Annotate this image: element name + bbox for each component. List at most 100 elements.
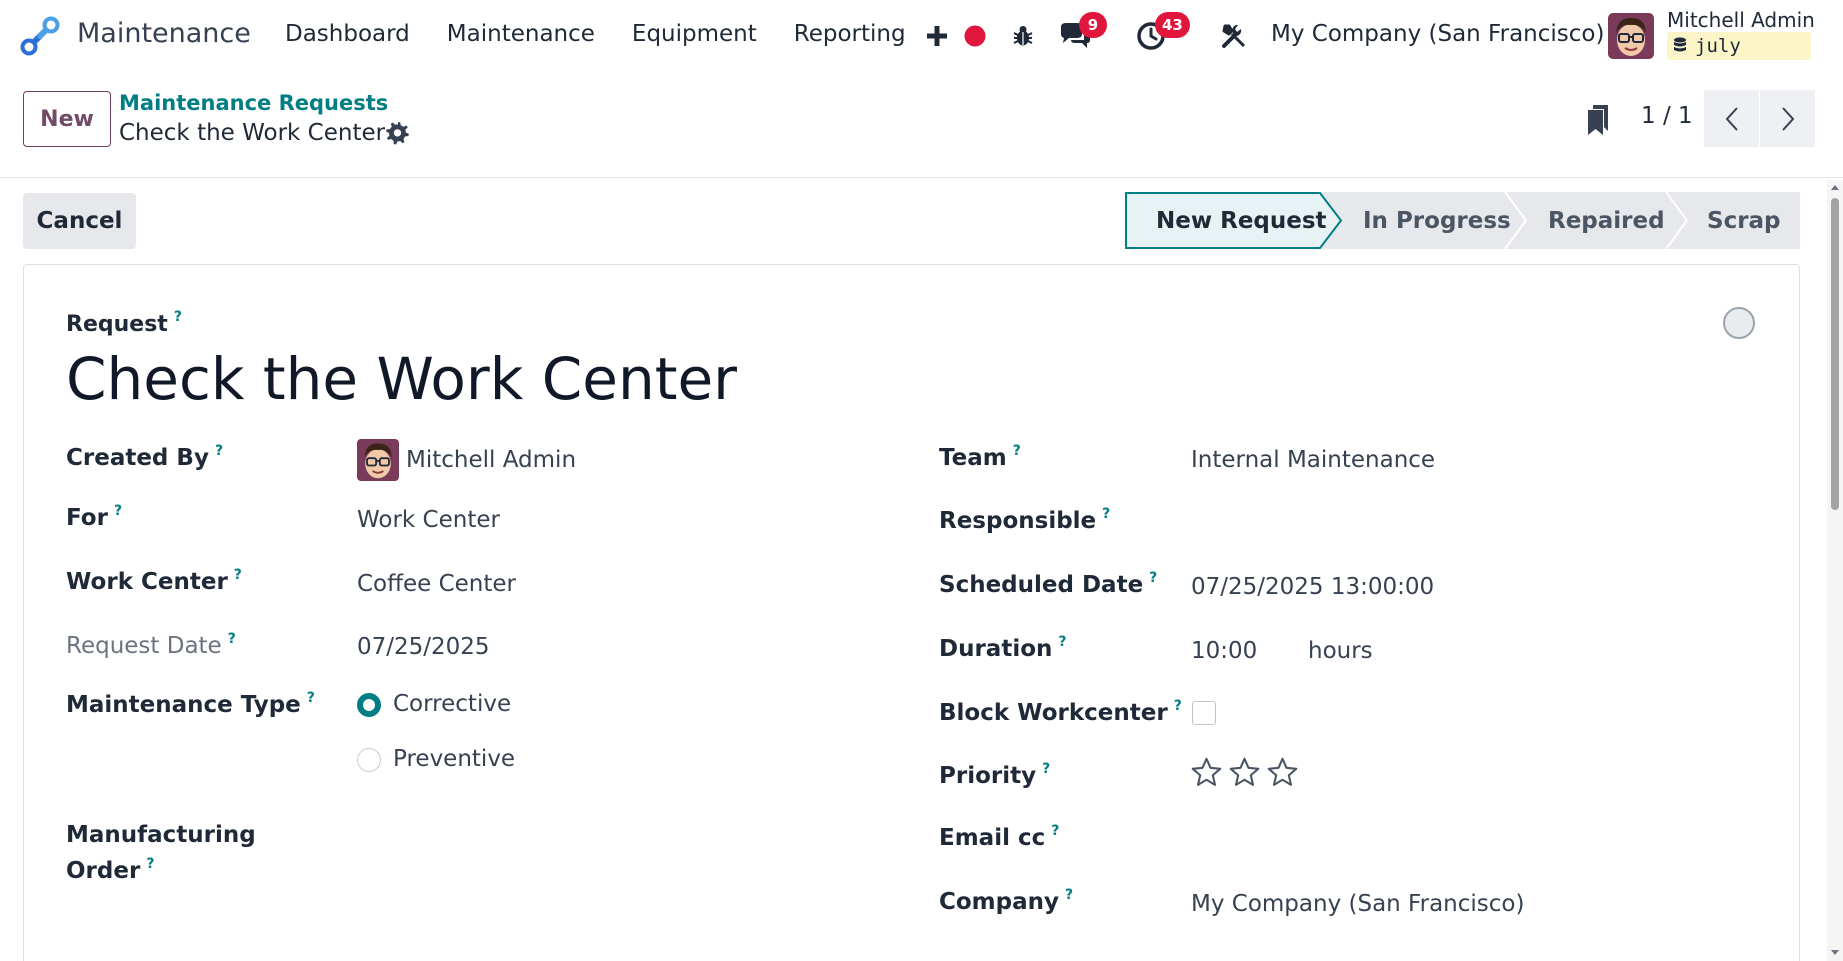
scheduled-date-help[interactable]: ? [1149, 570, 1157, 586]
request-date-help[interactable]: ? [228, 631, 236, 647]
pager-previous-button[interactable] [1704, 90, 1759, 147]
preventive-label[interactable]: Preventive [393, 746, 515, 772]
menu-equipment[interactable]: Equipment [632, 21, 757, 47]
request-date-value[interactable]: 07/25/2025 [357, 634, 490, 660]
responsible-help[interactable]: ? [1102, 506, 1110, 522]
breadcrumb-maintenance-requests[interactable]: Maintenance Requests [119, 91, 388, 115]
manufacturing-order-label-line2: Order? [66, 856, 154, 884]
request-label: Request? [66, 309, 182, 337]
stage-scrap[interactable]: Scrap [1707, 208, 1781, 234]
bug-icon[interactable] [1009, 16, 1037, 56]
for-value[interactable]: Work Center [357, 507, 500, 533]
stage-repaired[interactable]: Repaired [1548, 208, 1665, 234]
menu-dashboard[interactable]: Dashboard [285, 21, 410, 47]
scheduled-date-value[interactable]: 07/25/2025 13:00:00 [1191, 574, 1434, 600]
created-by-label-text: Created By [66, 445, 209, 471]
team-label: Team? [939, 443, 1021, 471]
duration-label: Duration? [939, 634, 1067, 662]
work-center-value[interactable]: Coffee Center [357, 571, 516, 597]
request-help[interactable]: ? [174, 309, 182, 325]
new-button[interactable]: New [23, 91, 111, 147]
duration-unit: hours [1308, 638, 1373, 664]
bookmarks-icon[interactable] [1586, 104, 1610, 136]
kanban-state-indicator[interactable] [1723, 307, 1755, 339]
created-by-value[interactable]: Mitchell Admin [406, 447, 576, 473]
user-avatar[interactable] [1608, 13, 1654, 59]
corrective-radio[interactable] [357, 693, 381, 717]
request-title[interactable]: Check the Work Center [66, 345, 737, 413]
chevron-right-icon [1781, 106, 1794, 131]
cancel-button[interactable]: Cancel [23, 193, 136, 249]
chevron-left-icon [1725, 106, 1738, 131]
messages-badge: 9 [1079, 12, 1107, 38]
for-help[interactable]: ? [114, 503, 122, 519]
database-badge: july [1667, 32, 1811, 60]
app-logo-icon[interactable] [20, 16, 60, 56]
company-help[interactable]: ? [1065, 887, 1073, 903]
breadcrumb-current: Check the Work Center [119, 120, 386, 146]
responsible-label-text: Responsible [939, 508, 1097, 534]
created-by-label: Created By? [66, 443, 223, 471]
work-center-label-text: Work Center [66, 569, 228, 595]
block-workcenter-help[interactable]: ? [1174, 698, 1182, 714]
work-center-help[interactable]: ? [234, 567, 242, 583]
company-value[interactable]: My Company (San Francisco) [1191, 891, 1524, 917]
responsible-label: Responsible? [939, 506, 1110, 534]
for-label: For? [66, 503, 122, 531]
pager-next-button[interactable] [1760, 90, 1815, 147]
scroll-down-icon[interactable] [1827, 946, 1843, 960]
priority-stars [1190, 756, 1299, 789]
team-value[interactable]: Internal Maintenance [1191, 447, 1435, 473]
work-center-label: Work Center? [66, 567, 242, 595]
request-date-label: Request Date? [66, 631, 236, 659]
plus-icon[interactable] [925, 16, 949, 56]
duration-help[interactable]: ? [1058, 634, 1066, 650]
block-workcenter-label-text: Block Workcenter [939, 700, 1168, 726]
scrollbar-thumb[interactable] [1831, 198, 1839, 510]
email-cc-help[interactable]: ? [1051, 823, 1059, 839]
email-cc-label-text: Email cc [939, 825, 1046, 851]
priority-label-text: Priority [939, 763, 1037, 789]
scroll-up-icon[interactable] [1827, 180, 1843, 194]
duration-label-text: Duration [939, 636, 1053, 662]
created-by-help[interactable]: ? [215, 443, 223, 459]
menu-reporting[interactable]: Reporting [794, 21, 906, 47]
priority-label: Priority? [939, 761, 1050, 789]
app-name[interactable]: Maintenance [77, 18, 251, 49]
tools-icon[interactable] [1219, 16, 1249, 56]
stage-new-request[interactable]: New Request [1156, 208, 1327, 234]
priority-help[interactable]: ? [1042, 761, 1050, 777]
team-help[interactable]: ? [1013, 443, 1021, 459]
duration-value[interactable]: 10:00 [1191, 638, 1257, 664]
email-cc-label: Email cc? [939, 823, 1059, 851]
star-icon[interactable] [1228, 756, 1261, 789]
maintenance-type-help[interactable]: ? [307, 690, 315, 706]
database-name: july [1695, 35, 1741, 57]
company-label-text: Company [939, 889, 1059, 915]
star-icon[interactable] [1190, 756, 1223, 789]
maintenance-type-label-text: Maintenance Type [66, 692, 301, 718]
block-workcenter-label: Block Workcenter? [939, 698, 1182, 726]
activities-badge: 43 [1155, 12, 1190, 38]
user-name[interactable]: Mitchell Admin [1667, 8, 1815, 32]
gear-icon[interactable] [385, 121, 411, 147]
team-label-text: Team [939, 445, 1007, 471]
pager-value[interactable]: 1 / 1 [1641, 103, 1693, 129]
control-panel-divider [0, 177, 1843, 178]
block-workcenter-checkbox[interactable] [1192, 701, 1216, 725]
manufacturing-order-label-text: Order [66, 858, 141, 884]
scheduled-date-label-text: Scheduled Date [939, 572, 1144, 598]
request-date-label-text: Request Date [66, 633, 222, 659]
company-label: Company? [939, 887, 1073, 915]
stage-statusbar: New Request In Progress Repaired Scrap [1125, 192, 1800, 249]
manufacturing-order-label-line1: Manufacturing [66, 822, 256, 848]
company-switcher[interactable]: My Company (San Francisco) [1271, 21, 1604, 47]
menu-maintenance[interactable]: Maintenance [447, 21, 595, 47]
manufacturing-order-help[interactable]: ? [146, 856, 154, 872]
stage-in-progress[interactable]: In Progress [1363, 208, 1511, 234]
star-icon[interactable] [1266, 756, 1299, 789]
record-icon[interactable] [963, 16, 987, 56]
corrective-label[interactable]: Corrective [393, 691, 511, 717]
preventive-radio[interactable] [357, 748, 381, 772]
for-label-text: For [66, 505, 108, 531]
